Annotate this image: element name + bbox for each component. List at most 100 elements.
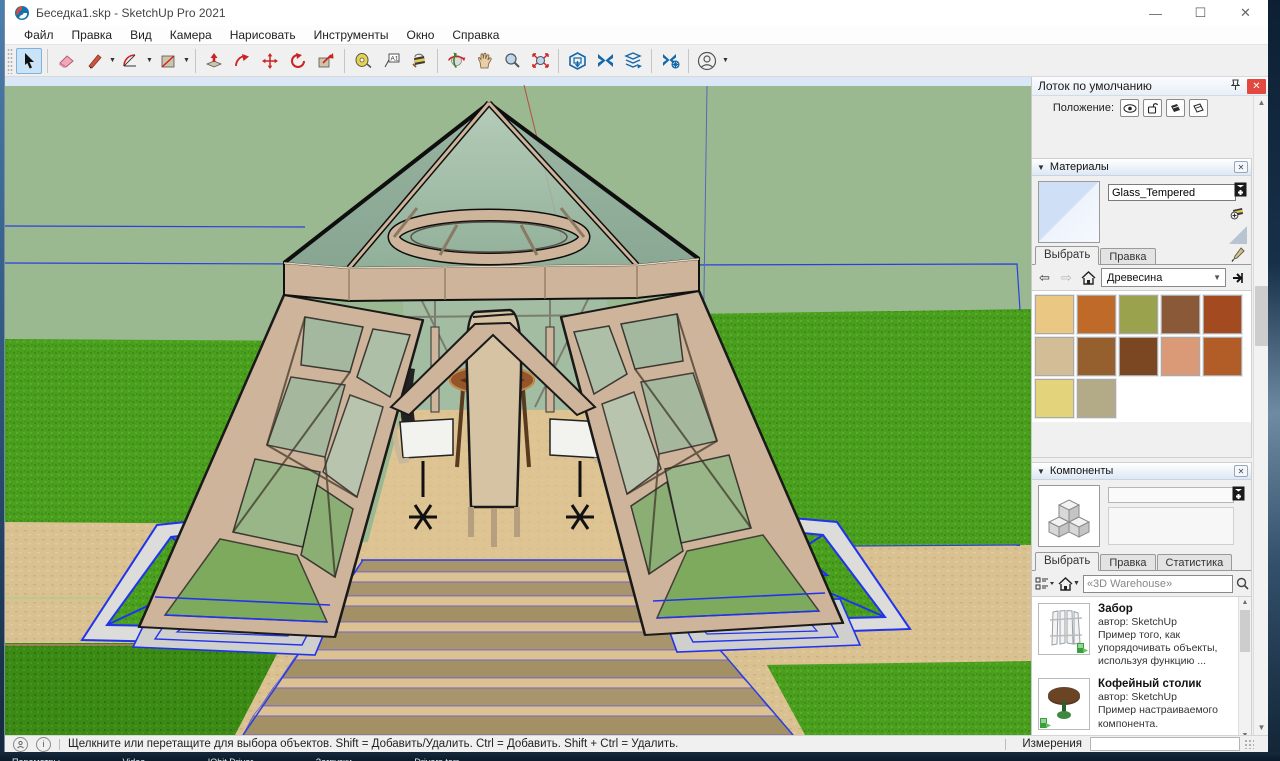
tray-title-bar[interactable]: Лоток по умолчанию ✕ bbox=[1032, 77, 1268, 96]
material-swatch[interactable] bbox=[1203, 295, 1242, 334]
home-icon[interactable] bbox=[1079, 268, 1098, 287]
warehouse-search-input[interactable] bbox=[1083, 575, 1233, 593]
rectangle-tool-dropdown[interactable]: ▼ bbox=[182, 48, 191, 74]
components-tab-statistics[interactable]: Статистика bbox=[1157, 554, 1233, 570]
material-category-select[interactable]: Древесина ▼ bbox=[1101, 268, 1226, 287]
secondary-pane-icon[interactable] bbox=[1234, 182, 1247, 200]
line-tool-dropdown[interactable]: ▼ bbox=[108, 48, 117, 74]
info-icon[interactable]: i bbox=[36, 737, 51, 752]
material-swatch[interactable] bbox=[1119, 337, 1158, 376]
text-tool-button[interactable]: A1 bbox=[378, 48, 404, 74]
move-tool-button[interactable] bbox=[257, 48, 283, 74]
geolocation-icon[interactable] bbox=[13, 737, 28, 752]
pan-tool-button[interactable] bbox=[471, 48, 497, 74]
components-close-button[interactable]: ✕ bbox=[1234, 465, 1248, 477]
unlock-icon[interactable] bbox=[1143, 99, 1162, 117]
material-swatch[interactable] bbox=[1119, 295, 1158, 334]
account-dropdown[interactable]: ▼ bbox=[721, 48, 730, 74]
search-icon[interactable] bbox=[1236, 574, 1249, 593]
tape-measure-tool-button[interactable] bbox=[350, 48, 376, 74]
components-list-scrollbar[interactable]: ▲ ▼ bbox=[1238, 597, 1251, 742]
scroll-up-icon[interactable]: ▲ bbox=[1239, 597, 1251, 609]
measurements-input[interactable] bbox=[1090, 737, 1240, 751]
eraser-icon bbox=[57, 53, 75, 69]
rectangle-tool-button[interactable] bbox=[155, 48, 181, 74]
eraser-tool-button[interactable] bbox=[53, 48, 79, 74]
tray-scrollbar[interactable]: ▲ ▼ bbox=[1253, 96, 1268, 735]
select-tool-button[interactable] bbox=[16, 48, 42, 74]
rotate-tool-button[interactable] bbox=[285, 48, 311, 74]
account-button[interactable] bbox=[694, 48, 720, 74]
menu-window[interactable]: Окно bbox=[397, 26, 443, 44]
component-list-item[interactable]: Кофейный столик автор: SketchUp Пример н… bbox=[1032, 672, 1251, 734]
material-swatch[interactable] bbox=[1161, 295, 1200, 334]
material-swatch[interactable] bbox=[1035, 379, 1074, 418]
material-swatch[interactable] bbox=[1077, 337, 1116, 376]
collapse-arrow-icon[interactable]: ▼ bbox=[1037, 163, 1045, 172]
zoom-extents-tool-button[interactable] bbox=[527, 48, 553, 74]
close-button[interactable]: ✕ bbox=[1223, 0, 1268, 26]
scroll-down-icon[interactable]: ▼ bbox=[1255, 721, 1268, 735]
component-list-item[interactable]: Забор автор: SketchUp Пример того, как у… bbox=[1032, 597, 1251, 672]
resize-grip[interactable] bbox=[1244, 739, 1254, 749]
material-swatch[interactable] bbox=[1035, 337, 1074, 376]
material-name-input[interactable] bbox=[1108, 184, 1236, 201]
maximize-button[interactable]: ☐ bbox=[1178, 0, 1223, 26]
scale-tool-button[interactable] bbox=[313, 48, 339, 74]
components-header[interactable]: ▼ Компоненты ✕ bbox=[1032, 463, 1251, 480]
create-material-icon[interactable] bbox=[1230, 204, 1247, 223]
eye-icon[interactable] bbox=[1120, 99, 1139, 117]
title-bar[interactable]: Беседка1.skp - SketchUp Pro 2021 — ☐ ✕ bbox=[5, 0, 1268, 26]
eyedropper-icon[interactable] bbox=[1231, 247, 1245, 265]
material-swatch[interactable] bbox=[1035, 295, 1074, 334]
zoom-tool-button[interactable] bbox=[499, 48, 525, 74]
component-description-field[interactable] bbox=[1108, 507, 1234, 545]
menu-file[interactable]: Файл bbox=[15, 26, 63, 44]
extension-manager-button[interactable] bbox=[657, 48, 683, 74]
details-arrow-icon[interactable] bbox=[1229, 268, 1248, 287]
3d-warehouse-button[interactable] bbox=[564, 48, 590, 74]
materials-close-button[interactable]: ✕ bbox=[1234, 161, 1248, 173]
home-icon[interactable]: ▼ bbox=[1058, 574, 1080, 593]
back-arrow-icon[interactable]: ⇦ bbox=[1035, 268, 1054, 287]
forward-arrow-icon[interactable]: ⇨ bbox=[1057, 268, 1076, 287]
back-material-sample[interactable] bbox=[1229, 226, 1247, 244]
arc-tool-button[interactable] bbox=[118, 48, 144, 74]
pin-icon[interactable] bbox=[1228, 79, 1242, 94]
orbit-tool-button[interactable] bbox=[443, 48, 469, 74]
components-tab-select[interactable]: Выбрать bbox=[1035, 552, 1099, 571]
menu-help[interactable]: Справка bbox=[443, 26, 508, 44]
scroll-up-icon[interactable]: ▲ bbox=[1255, 96, 1268, 110]
pan-hand-icon bbox=[476, 52, 493, 69]
materials-tab-select[interactable]: Выбрать bbox=[1035, 246, 1099, 265]
viewport-3d[interactable] bbox=[5, 77, 1031, 735]
share-model-button[interactable] bbox=[620, 48, 646, 74]
collapse-arrow-icon[interactable]: ▼ bbox=[1037, 467, 1045, 476]
material-swatch[interactable] bbox=[1161, 337, 1200, 376]
dock-icon[interactable] bbox=[1166, 99, 1185, 117]
minimize-button[interactable]: — bbox=[1133, 0, 1178, 26]
extension-warehouse-button[interactable] bbox=[592, 48, 618, 74]
arc-tool-dropdown[interactable]: ▼ bbox=[145, 48, 154, 74]
line-tool-button[interactable] bbox=[81, 48, 107, 74]
menu-tools[interactable]: Инструменты bbox=[305, 26, 398, 44]
menu-draw[interactable]: Нарисовать bbox=[221, 26, 305, 44]
undock-icon[interactable] bbox=[1189, 99, 1208, 117]
component-name-field[interactable] bbox=[1108, 487, 1234, 503]
components-tab-edit[interactable]: Правка bbox=[1100, 554, 1155, 570]
follow-me-tool-button[interactable] bbox=[229, 48, 255, 74]
tray-close-button[interactable]: ✕ bbox=[1247, 79, 1266, 94]
materials-header[interactable]: ▼ Материалы ✕ bbox=[1032, 159, 1251, 176]
menu-edit[interactable]: Правка bbox=[63, 26, 122, 44]
material-swatch[interactable] bbox=[1077, 379, 1116, 418]
toolbar-drag-handle[interactable] bbox=[7, 48, 13, 74]
material-swatch[interactable] bbox=[1077, 295, 1116, 334]
paint-bucket-tool-button[interactable] bbox=[406, 48, 432, 74]
view-options-icon[interactable] bbox=[1035, 574, 1055, 593]
menu-camera[interactable]: Камера bbox=[161, 26, 221, 44]
materials-tab-edit[interactable]: Правка bbox=[1100, 248, 1155, 264]
menu-view[interactable]: Вид bbox=[121, 26, 161, 44]
push-pull-tool-button[interactable] bbox=[201, 48, 227, 74]
secondary-pane-icon[interactable] bbox=[1232, 486, 1245, 504]
material-swatch[interactable] bbox=[1203, 337, 1242, 376]
